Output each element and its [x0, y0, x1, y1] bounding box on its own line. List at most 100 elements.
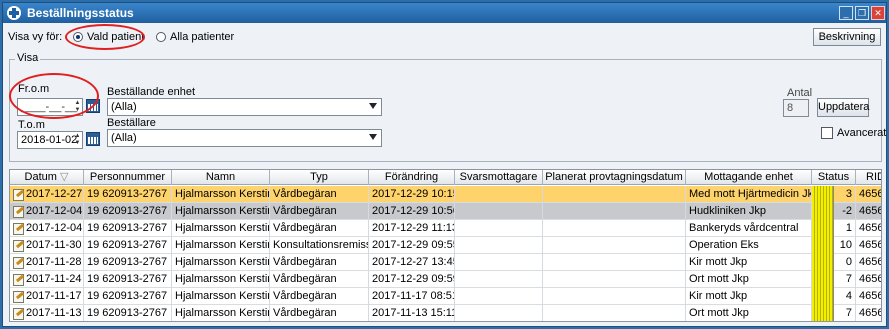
table-row[interactable]: 2017-11-17 19 620913-2767 Hjalmarsson Kers… — [10, 288, 881, 305]
cell-change: 2017-12-29 10:56 — [369, 203, 455, 220]
cell-planned-date — [543, 237, 686, 254]
cell-personnummer: 19 620913-2767 — [84, 288, 172, 305]
table-row[interactable]: 2017-12-04 19 620913-2767 Hjalmarsson Kers… — [10, 220, 881, 237]
status-bar-icon — [812, 271, 834, 288]
col-header-name[interactable]: Namn — [172, 170, 270, 185]
cell-personnummer: 19 620913-2767 — [84, 271, 172, 288]
cell-receiving-unit: Kir mott Jkp — [686, 288, 812, 305]
ordering-unit-dropdown-icon[interactable] — [369, 103, 377, 109]
table-row[interactable]: 2017-11-13 19 620913-2767 Hjalmarsson Kers… — [10, 305, 881, 321]
restore-button[interactable]: ❐ — [855, 6, 869, 20]
cell-receiving-unit: Operation Eks — [686, 237, 812, 254]
cell-name: Hjalmarsson Kerstin — [172, 186, 270, 203]
cell-status: 4 — [834, 288, 856, 305]
order-document-icon — [12, 290, 24, 303]
col-header-response-recipient[interactable]: Svarsmottagare — [455, 170, 543, 185]
cell-date-container: 2017-12-27 — [10, 186, 84, 203]
status-bar-icon — [812, 237, 834, 254]
col-header-status[interactable]: Status — [812, 170, 856, 185]
close-button[interactable]: ✕ — [871, 6, 885, 20]
status-bar-icon — [812, 186, 834, 203]
to-calendar-icon[interactable] — [86, 132, 100, 146]
cell-date-container: 2017-11-28 — [10, 254, 84, 271]
advanced-checkbox[interactable] — [821, 127, 833, 139]
orderer-select[interactable]: (Alla) — [107, 129, 382, 147]
status-bar-icon — [812, 203, 834, 220]
col-header-change[interactable]: Förändring — [369, 170, 455, 185]
order-status-window: Beställningsstatus _ ❐ ✕ Visa vy för: Va… — [2, 2, 887, 327]
annotation-circle-date — [9, 73, 99, 119]
ordering-unit-select[interactable]: (Alla) — [107, 98, 382, 116]
count-label: Antal — [787, 87, 813, 99]
cell-rid: 46565 — [856, 305, 881, 321]
ordering-unit-label: Beställande enhet — [107, 86, 196, 98]
cell-rid: 46565 — [856, 271, 881, 288]
cell-name: Hjalmarsson Kerstin — [172, 305, 270, 321]
cell-change: 2017-12-29 09:55 — [369, 237, 455, 254]
status-bar-icon — [812, 254, 834, 271]
filter-group-label: Visa — [15, 52, 41, 64]
cell-date: 2017-11-24 — [26, 273, 82, 285]
cell-type: Vårdbegäran — [270, 254, 369, 271]
order-document-icon — [12, 239, 24, 252]
col-header-receiving-unit[interactable]: Mottagande enhet — [686, 170, 812, 185]
cell-response-recipient — [455, 305, 543, 321]
col-header-type[interactable]: Typ — [270, 170, 369, 185]
col-header-date[interactable]: Datum ▽ — [10, 170, 84, 185]
to-date-label: T.o.m — [18, 119, 45, 131]
cell-personnummer: 19 620913-2767 — [84, 203, 172, 220]
cell-personnummer: 19 620913-2767 — [84, 186, 172, 203]
cell-rid: 46565 — [856, 203, 881, 220]
col-header-planned-date[interactable]: Planerat provtagningsdatum — [543, 170, 686, 185]
table-row[interactable]: 2017-12-04 19 620913-2767 Hjalmarsson Kers… — [10, 203, 881, 220]
cell-date: 2017-12-04 — [26, 222, 83, 234]
cell-planned-date — [543, 220, 686, 237]
status-bar-icon — [812, 305, 834, 321]
filter-group: Visa Fr.o.m ____-__-__ ▲ ▼ T.o.m 2018-01-… — [9, 52, 886, 162]
table-row[interactable]: 2017-11-30 19 620913-2767 Hjalmarsson Kers… — [10, 237, 881, 254]
cell-response-recipient — [455, 271, 543, 288]
col-header-personnummer[interactable]: Personnummer — [84, 170, 172, 185]
cell-date: 2017-11-13 — [26, 307, 82, 319]
to-date-spinner-icon[interactable]: ▲ ▼ — [74, 133, 81, 147]
cell-name: Hjalmarsson Kerstin — [172, 288, 270, 305]
cell-planned-date — [543, 288, 686, 305]
order-document-icon — [12, 188, 24, 201]
table-row[interactable]: 2017-11-28 19 620913-2767 Hjalmarsson Kers… — [10, 254, 881, 271]
app-cross-icon — [7, 6, 21, 20]
cell-receiving-unit: Hudkliniken Jkp — [686, 203, 812, 220]
cell-receiving-unit: Ort mott Jkp — [686, 305, 812, 321]
minimize-button[interactable]: _ — [839, 6, 853, 20]
to-date-input[interactable]: 2018-01-02 ▲ ▼ — [17, 131, 83, 149]
cell-change: 2017-12-27 13:45 — [369, 254, 455, 271]
advanced-label[interactable]: Avancerat — [837, 127, 886, 139]
table-header: Datum ▽ Personnummer Namn Typ Förändring… — [10, 170, 881, 185]
title-bar[interactable]: Beställningsstatus _ ❐ ✕ — [3, 3, 886, 23]
table-row[interactable]: 2017-12-27 19 620913-2767 Hjalmarsson Kers… — [10, 186, 881, 203]
cell-planned-date — [543, 305, 686, 321]
cell-name: Hjalmarsson Kerstin — [172, 271, 270, 288]
cell-status: 0 — [834, 254, 856, 271]
cell-rid: 46565 — [856, 220, 881, 237]
to-date-value: 2018-01-02 — [21, 134, 78, 146]
cell-status: 3 — [834, 186, 856, 203]
orderer-dropdown-icon[interactable] — [369, 134, 377, 140]
cell-type: Vårdbegäran — [270, 203, 369, 220]
cell-response-recipient — [455, 220, 543, 237]
cell-status: 1 — [834, 220, 856, 237]
radio-all-patients[interactable] — [156, 32, 166, 42]
cell-change: 2017-11-17 08:51 — [369, 288, 455, 305]
cell-rid: 46565 — [856, 288, 881, 305]
cell-personnummer: 19 620913-2767 — [84, 254, 172, 271]
radio-all-patients-label[interactable]: Alla patienter — [170, 31, 234, 43]
sort-arrow-icon: ▽ — [60, 171, 69, 183]
status-bar-icon — [812, 220, 834, 237]
cell-rid: 46565 — [856, 237, 881, 254]
cell-receiving-unit: Med mott Hjärtmedicin Jkp — [686, 186, 812, 203]
cell-receiving-unit: Kir mott Jkp — [686, 254, 812, 271]
description-button[interactable]: Beskrivning — [813, 28, 881, 46]
table-row[interactable]: 2017-11-24 19 620913-2767 Hjalmarsson Kers… — [10, 271, 881, 288]
cell-date: 2017-11-28 — [26, 256, 82, 268]
col-header-rid[interactable]: RID — [856, 170, 881, 185]
update-button[interactable]: Uppdatera — [817, 98, 869, 117]
